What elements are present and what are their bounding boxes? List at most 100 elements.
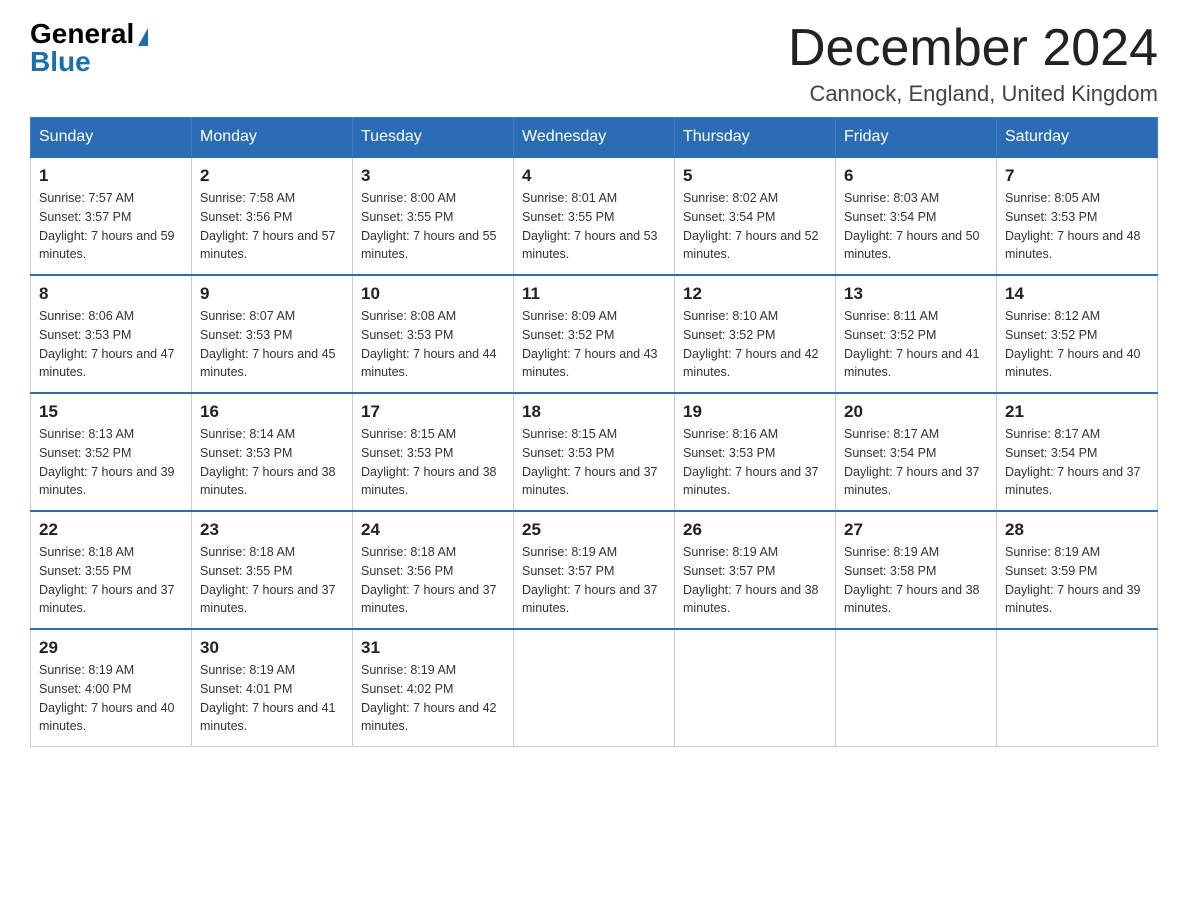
header-thursday: Thursday [675,118,836,158]
calendar-week-2: 8 Sunrise: 8:06 AMSunset: 3:53 PMDayligh… [31,275,1158,393]
day-info: Sunrise: 8:17 AMSunset: 3:54 PMDaylight:… [844,427,980,497]
day-info: Sunrise: 8:19 AMSunset: 3:57 PMDaylight:… [683,545,819,615]
calendar-day-12: 12 Sunrise: 8:10 AMSunset: 3:52 PMDaylig… [675,275,836,393]
calendar-day-25: 25 Sunrise: 8:19 AMSunset: 3:57 PMDaylig… [514,511,675,629]
calendar-day-8: 8 Sunrise: 8:06 AMSunset: 3:53 PMDayligh… [31,275,192,393]
day-number: 18 [522,402,666,422]
day-info: Sunrise: 8:19 AMSunset: 3:57 PMDaylight:… [522,545,658,615]
day-number: 30 [200,638,344,658]
logo-general-text: General [30,20,134,48]
calendar-day-3: 3 Sunrise: 8:00 AMSunset: 3:55 PMDayligh… [353,157,514,275]
empty-cell [675,629,836,747]
day-info: Sunrise: 7:57 AMSunset: 3:57 PMDaylight:… [39,191,175,261]
calendar-day-17: 17 Sunrise: 8:15 AMSunset: 3:53 PMDaylig… [353,393,514,511]
title-block: December 2024 Cannock, England, United K… [788,20,1158,107]
day-info: Sunrise: 8:15 AMSunset: 3:53 PMDaylight:… [522,427,658,497]
calendar-day-14: 14 Sunrise: 8:12 AMSunset: 3:52 PMDaylig… [997,275,1158,393]
day-info: Sunrise: 8:19 AMSunset: 4:02 PMDaylight:… [361,663,497,733]
calendar-week-3: 15 Sunrise: 8:13 AMSunset: 3:52 PMDaylig… [31,393,1158,511]
header-monday: Monday [192,118,353,158]
logo: General Blue [30,20,148,76]
day-info: Sunrise: 8:19 AMSunset: 4:01 PMDaylight:… [200,663,336,733]
day-number: 27 [844,520,988,540]
day-info: Sunrise: 8:19 AMSunset: 3:58 PMDaylight:… [844,545,980,615]
calendar-day-13: 13 Sunrise: 8:11 AMSunset: 3:52 PMDaylig… [836,275,997,393]
day-number: 1 [39,166,183,186]
calendar-day-22: 22 Sunrise: 8:18 AMSunset: 3:55 PMDaylig… [31,511,192,629]
calendar-week-1: 1 Sunrise: 7:57 AMSunset: 3:57 PMDayligh… [31,157,1158,275]
day-number: 15 [39,402,183,422]
day-number: 25 [522,520,666,540]
day-number: 14 [1005,284,1149,304]
calendar-day-19: 19 Sunrise: 8:16 AMSunset: 3:53 PMDaylig… [675,393,836,511]
day-number: 4 [522,166,666,186]
day-info: Sunrise: 8:19 AMSunset: 3:59 PMDaylight:… [1005,545,1141,615]
day-number: 28 [1005,520,1149,540]
calendar-day-24: 24 Sunrise: 8:18 AMSunset: 3:56 PMDaylig… [353,511,514,629]
day-info: Sunrise: 8:07 AMSunset: 3:53 PMDaylight:… [200,309,336,379]
day-number: 20 [844,402,988,422]
calendar-day-20: 20 Sunrise: 8:17 AMSunset: 3:54 PMDaylig… [836,393,997,511]
day-info: Sunrise: 8:00 AMSunset: 3:55 PMDaylight:… [361,191,497,261]
calendar-day-6: 6 Sunrise: 8:03 AMSunset: 3:54 PMDayligh… [836,157,997,275]
day-info: Sunrise: 8:13 AMSunset: 3:52 PMDaylight:… [39,427,175,497]
day-info: Sunrise: 8:19 AMSunset: 4:00 PMDaylight:… [39,663,175,733]
day-number: 24 [361,520,505,540]
day-info: Sunrise: 8:14 AMSunset: 3:53 PMDaylight:… [200,427,336,497]
day-number: 22 [39,520,183,540]
day-info: Sunrise: 8:05 AMSunset: 3:53 PMDaylight:… [1005,191,1141,261]
calendar-day-11: 11 Sunrise: 8:09 AMSunset: 3:52 PMDaylig… [514,275,675,393]
calendar-day-7: 7 Sunrise: 8:05 AMSunset: 3:53 PMDayligh… [997,157,1158,275]
day-info: Sunrise: 8:18 AMSunset: 3:55 PMDaylight:… [39,545,175,615]
header-friday: Friday [836,118,997,158]
day-number: 12 [683,284,827,304]
day-number: 6 [844,166,988,186]
calendar-day-1: 1 Sunrise: 7:57 AMSunset: 3:57 PMDayligh… [31,157,192,275]
day-info: Sunrise: 8:15 AMSunset: 3:53 PMDaylight:… [361,427,497,497]
day-number: 31 [361,638,505,658]
day-info: Sunrise: 8:11 AMSunset: 3:52 PMDaylight:… [844,309,980,379]
calendar-week-4: 22 Sunrise: 8:18 AMSunset: 3:55 PMDaylig… [31,511,1158,629]
calendar-day-28: 28 Sunrise: 8:19 AMSunset: 3:59 PMDaylig… [997,511,1158,629]
calendar-day-18: 18 Sunrise: 8:15 AMSunset: 3:53 PMDaylig… [514,393,675,511]
day-number: 3 [361,166,505,186]
empty-cell [514,629,675,747]
calendar-day-15: 15 Sunrise: 8:13 AMSunset: 3:52 PMDaylig… [31,393,192,511]
calendar-week-5: 29 Sunrise: 8:19 AMSunset: 4:00 PMDaylig… [31,629,1158,747]
day-info: Sunrise: 8:09 AMSunset: 3:52 PMDaylight:… [522,309,658,379]
header-saturday: Saturday [997,118,1158,158]
header-sunday: Sunday [31,118,192,158]
page-header: General Blue December 2024 Cannock, Engl… [30,20,1158,107]
calendar-day-5: 5 Sunrise: 8:02 AMSunset: 3:54 PMDayligh… [675,157,836,275]
empty-cell [836,629,997,747]
calendar-day-31: 31 Sunrise: 8:19 AMSunset: 4:02 PMDaylig… [353,629,514,747]
calendar-day-21: 21 Sunrise: 8:17 AMSunset: 3:54 PMDaylig… [997,393,1158,511]
day-number: 17 [361,402,505,422]
day-number: 19 [683,402,827,422]
day-number: 11 [522,284,666,304]
empty-cell [997,629,1158,747]
header-wednesday: Wednesday [514,118,675,158]
calendar-day-10: 10 Sunrise: 8:08 AMSunset: 3:53 PMDaylig… [353,275,514,393]
day-info: Sunrise: 8:17 AMSunset: 3:54 PMDaylight:… [1005,427,1141,497]
day-info: Sunrise: 8:06 AMSunset: 3:53 PMDaylight:… [39,309,175,379]
day-number: 8 [39,284,183,304]
day-number: 9 [200,284,344,304]
day-info: Sunrise: 8:01 AMSunset: 3:55 PMDaylight:… [522,191,658,261]
day-info: Sunrise: 8:16 AMSunset: 3:53 PMDaylight:… [683,427,819,497]
day-number: 21 [1005,402,1149,422]
day-number: 10 [361,284,505,304]
day-number: 7 [1005,166,1149,186]
logo-blue-text: Blue [30,48,91,76]
header-tuesday: Tuesday [353,118,514,158]
calendar-table: Sunday Monday Tuesday Wednesday Thursday… [30,117,1158,747]
calendar-day-26: 26 Sunrise: 8:19 AMSunset: 3:57 PMDaylig… [675,511,836,629]
day-info: Sunrise: 7:58 AMSunset: 3:56 PMDaylight:… [200,191,336,261]
calendar-header-row: Sunday Monday Tuesday Wednesday Thursday… [31,118,1158,158]
location-subtitle: Cannock, England, United Kingdom [788,81,1158,107]
day-number: 5 [683,166,827,186]
day-number: 13 [844,284,988,304]
day-info: Sunrise: 8:03 AMSunset: 3:54 PMDaylight:… [844,191,980,261]
calendar-day-2: 2 Sunrise: 7:58 AMSunset: 3:56 PMDayligh… [192,157,353,275]
calendar-day-16: 16 Sunrise: 8:14 AMSunset: 3:53 PMDaylig… [192,393,353,511]
